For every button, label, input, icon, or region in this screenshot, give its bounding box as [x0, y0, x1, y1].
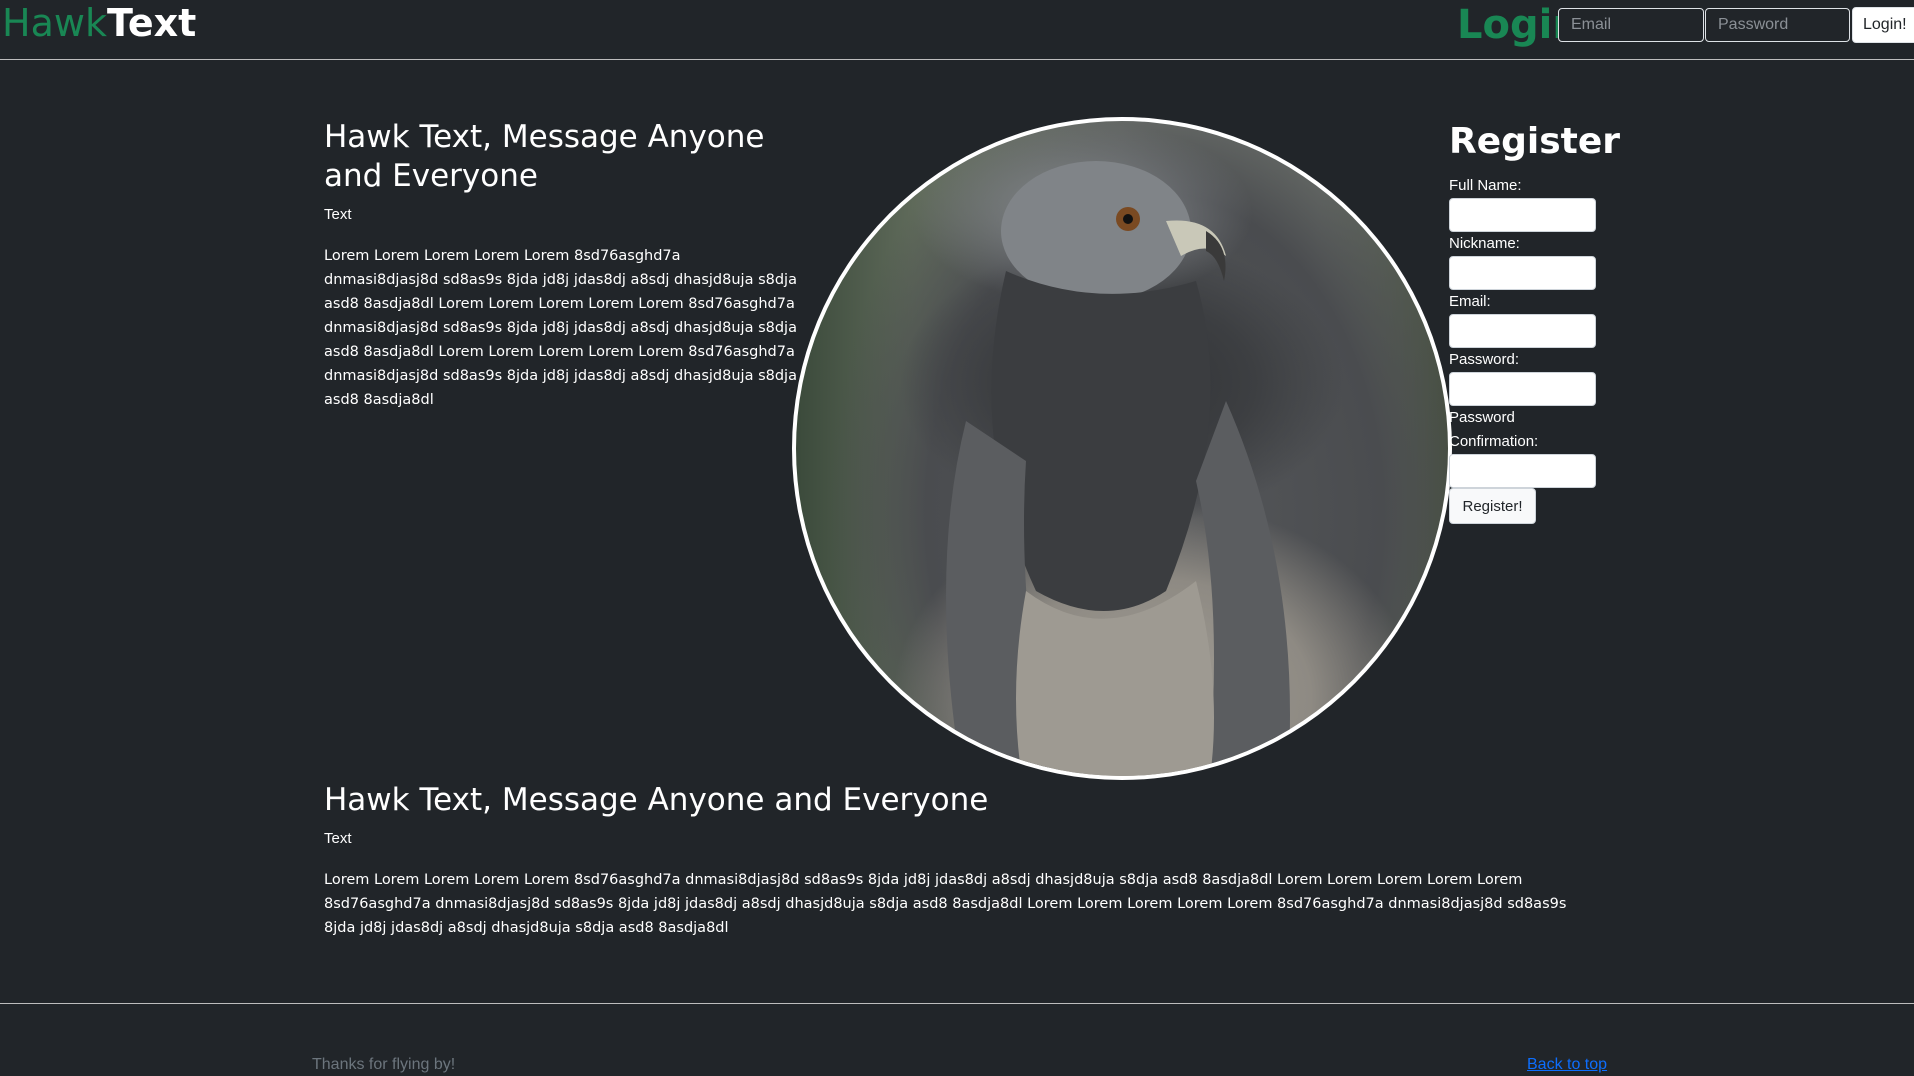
section-paragraph: Lorem Lorem Lorem Lorem Lorem 8sd76asghd…	[324, 872, 1567, 936]
brand-text: Text	[106, 1, 197, 45]
login-password-input[interactable]	[1705, 8, 1850, 42]
back-to-top-link[interactable]: Back to top	[1527, 1056, 1607, 1074]
full-name-input[interactable]	[1449, 198, 1596, 232]
hero-title: Hawk Text, Message Anyone and Everyone	[324, 119, 765, 194]
section-subtitle: Text	[324, 830, 352, 847]
email-label: Email:	[1449, 293, 1491, 310]
hero-subtitle: Text	[324, 206, 352, 223]
brand-hawk: Hawk	[2, 1, 107, 45]
eagle-image	[792, 117, 1452, 780]
password-confirmation-input[interactable]	[1449, 454, 1596, 488]
eagle-illustration	[946, 161, 1290, 776]
register-title: Register	[1449, 121, 1621, 162]
password-confirmation-label: Password Confirmation:	[1449, 409, 1539, 450]
top-navbar: HawkText Login Login!	[0, 0, 1914, 60]
section-title: Hawk Text, Message Anyone and Everyone	[324, 782, 989, 818]
register-button[interactable]: Register!	[1449, 488, 1536, 524]
brand-logo[interactable]: HawkText	[2, 0, 196, 46]
nickname-input[interactable]	[1449, 256, 1596, 290]
login-button[interactable]: Login!	[1852, 7, 1914, 43]
footer-tagline: Thanks for flying by!	[312, 1056, 456, 1073]
nickname-label: Nickname:	[1449, 235, 1520, 252]
footer: Thanks for flying by! Back to top	[0, 1003, 1914, 1076]
hero-paragraph: Lorem Lorem Lorem Lorem Lorem 8sd76asghd…	[324, 248, 797, 408]
email-input[interactable]	[1449, 314, 1596, 348]
password-input[interactable]	[1449, 372, 1596, 406]
password-label: Password:	[1449, 351, 1520, 368]
full-name-label: Full Name:	[1449, 177, 1522, 194]
login-email-input[interactable]	[1558, 8, 1704, 42]
